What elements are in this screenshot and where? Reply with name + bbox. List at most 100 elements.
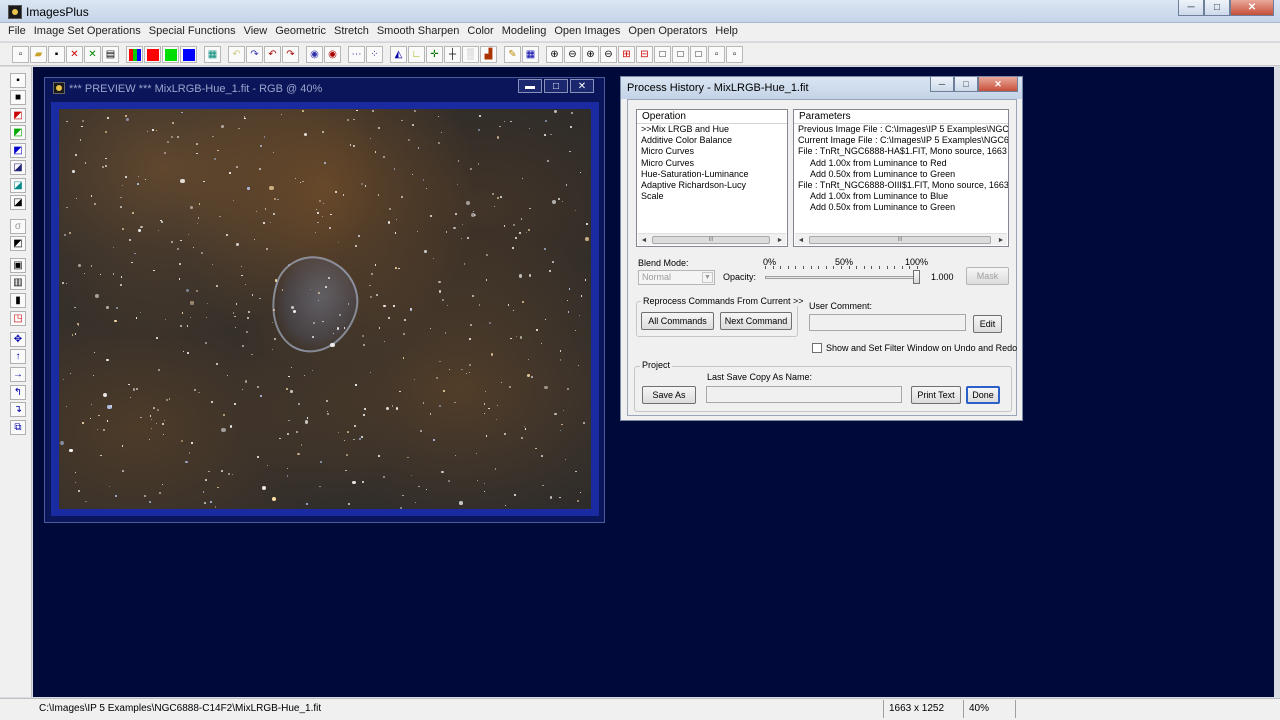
parameter-item[interactable]: Add 1.00x from Luminance to Blue (794, 191, 1008, 202)
window-tiny-icon[interactable]: ▫ (708, 46, 725, 63)
menu-image-set-operations[interactable]: Image Set Operations (30, 23, 145, 41)
black-corner-icon[interactable]: ◪ (10, 195, 26, 210)
mask-button[interactable]: Mask (966, 267, 1009, 285)
open-folder-icon[interactable]: ▰ (30, 46, 47, 63)
undo-icon[interactable]: ↶ (228, 46, 245, 63)
blue-black-icon[interactable]: ◩ (10, 143, 26, 158)
green-black-icon[interactable]: ◩ (10, 125, 26, 140)
menu-view[interactable]: View (240, 23, 272, 41)
parameter-item[interactable]: Add 1.00x from Luminance to Red (794, 158, 1008, 169)
zoom-plus-icon[interactable]: ⊞ (618, 46, 635, 63)
scroll-right-icon[interactable]: ► (996, 235, 1006, 245)
preview-maximize-button[interactable]: □ (544, 79, 568, 93)
preview-minimize-button[interactable]: ▬ (518, 79, 542, 93)
scroll-left-icon[interactable]: ◄ (639, 235, 649, 245)
menu-help[interactable]: Help (711, 23, 742, 41)
close-button[interactable]: ✕ (1230, 0, 1274, 16)
menu-color[interactable]: Color (463, 23, 497, 41)
operation-item[interactable]: Micro Curves (637, 146, 787, 157)
frame-icon[interactable]: ▣ (10, 258, 26, 273)
operation-item[interactable]: Scale (637, 191, 787, 202)
scroll-right-icon[interactable]: ► (775, 235, 785, 245)
dialog-minimize-button[interactable]: ─ (930, 77, 954, 92)
curves-icon[interactable]: ∟ (408, 46, 425, 63)
opacity-slider-track[interactable] (765, 276, 917, 279)
parameter-item[interactable]: Previous Image File : C:\Images\IP 5 Exa… (794, 124, 1008, 135)
menu-smooth-sharpen[interactable]: Smooth Sharpen (373, 23, 464, 41)
blend-mode-select[interactable]: Normal ▼ (638, 270, 715, 285)
arrow-up-icon[interactable]: ↑ (10, 349, 26, 364)
scroll-left-icon[interactable]: ◄ (796, 235, 806, 245)
parameter-item[interactable]: Add 0.50x from Luminance to Green (794, 169, 1008, 180)
operation-hscroll[interactable]: ◄ III ► (638, 233, 786, 245)
operation-item[interactable]: Micro Curves (637, 158, 787, 169)
show-filter-checkbox[interactable] (812, 343, 822, 353)
menu-open-operators[interactable]: Open Operators (624, 23, 711, 41)
scroll-thumb[interactable]: III (809, 236, 991, 244)
maximize-button[interactable]: □ (1204, 0, 1230, 16)
preview-close-button[interactable]: ✕ (570, 79, 594, 93)
menu-geometric[interactable]: Geometric (271, 23, 330, 41)
dialog-maximize-button[interactable]: □ (954, 77, 978, 92)
point-cloud-icon[interactable]: ⁘ (366, 46, 383, 63)
table-grid-icon[interactable]: ▦ (522, 46, 539, 63)
operation-list[interactable]: Operation >>Mix LRGB and Hue Additive Co… (636, 109, 788, 247)
dot-grid-icon[interactable]: ▒ (462, 46, 479, 63)
parameter-item[interactable]: File : TnRt_NGC6888-HA$1.FIT, Mono sourc… (794, 146, 1008, 157)
parameters-hscroll[interactable]: ◄ III ► (795, 233, 1007, 245)
grid-view-icon[interactable]: ▦ (204, 46, 221, 63)
operation-item[interactable]: Hue-Saturation-Luminance (637, 169, 787, 180)
menu-open-images[interactable]: Open Images (550, 23, 624, 41)
red-black-icon[interactable]: ◩ (10, 108, 26, 123)
black-square-icon[interactable]: ■ (10, 90, 26, 105)
sigma-icon[interactable]: σ (10, 219, 26, 234)
stats-icon[interactable]: ▟ (480, 46, 497, 63)
astro-image[interactable] (59, 109, 591, 509)
save-name-field[interactable] (706, 386, 902, 403)
user-comment-field[interactable] (809, 314, 966, 331)
window-small-icon[interactable]: □ (690, 46, 707, 63)
crosshair-thin-icon[interactable]: ┼ (444, 46, 461, 63)
gradient-icon[interactable]: ◩ (10, 236, 26, 251)
zoom-out-icon[interactable]: ⊖ (564, 46, 581, 63)
parameter-item[interactable]: Add 0.50x from Luminance to Green (794, 202, 1008, 213)
print-text-button[interactable]: Print Text (911, 386, 961, 404)
menu-modeling[interactable]: Modeling (498, 23, 551, 41)
menu-file[interactable]: File (4, 23, 30, 41)
scroll-thumb[interactable]: III (652, 236, 770, 244)
teal-square-icon[interactable]: ◪ (10, 178, 26, 193)
operation-item[interactable]: Adaptive Richardson-Lucy (637, 180, 787, 191)
dialog-close-button[interactable]: ✕ (978, 77, 1018, 92)
red-channel-icon[interactable] (144, 46, 161, 63)
target-point-icon[interactable]: ◉ (324, 46, 341, 63)
pencil-icon[interactable]: ✎ (504, 46, 521, 63)
parameter-item[interactable]: File : TnRt_NGC6888-OIII$1.FIT, Mono sou… (794, 180, 1008, 191)
menu-stretch[interactable]: Stretch (330, 23, 373, 41)
print-icon[interactable]: ▤ (102, 46, 119, 63)
flip-icon[interactable]: ↴ (10, 402, 26, 417)
half-black-icon[interactable]: ▮ (10, 293, 26, 308)
redo-all-icon[interactable]: ↷ (282, 46, 299, 63)
reference-point-icon[interactable]: ◉ (306, 46, 323, 63)
histogram-icon[interactable]: ◭ (390, 46, 407, 63)
redo-icon[interactable]: ↷ (246, 46, 263, 63)
parameters-list[interactable]: Parameters Previous Image File : C:\Imag… (793, 109, 1009, 247)
crosshair-icon[interactable]: ✛ (426, 46, 443, 63)
window-min-icon[interactable]: ▫ (726, 46, 743, 63)
move-icon[interactable]: ✥ (10, 332, 26, 347)
undo-all-icon[interactable]: ↶ (264, 46, 281, 63)
parameter-item[interactable]: Current Image File : C:\Images\IP 5 Exam… (794, 135, 1008, 146)
operation-item[interactable]: Additive Color Balance (637, 135, 787, 146)
all-commands-button[interactable]: All Commands (641, 312, 714, 330)
window-medium-icon[interactable]: □ (672, 46, 689, 63)
dotted-line-icon[interactable]: ⋯ (348, 46, 365, 63)
minimize-button[interactable]: ─ (1178, 0, 1204, 16)
done-button[interactable]: Done (966, 386, 1000, 404)
bars-icon[interactable]: ▥ (10, 275, 26, 290)
zoom-actual-icon[interactable]: ⊖ (600, 46, 617, 63)
preview-icon[interactable] (53, 82, 65, 94)
blue-channel-icon[interactable] (180, 46, 197, 63)
edit-button[interactable]: Edit (973, 315, 1002, 333)
close-image-icon[interactable]: ✕ (66, 46, 83, 63)
save-icon[interactable]: ▪ (10, 73, 26, 88)
